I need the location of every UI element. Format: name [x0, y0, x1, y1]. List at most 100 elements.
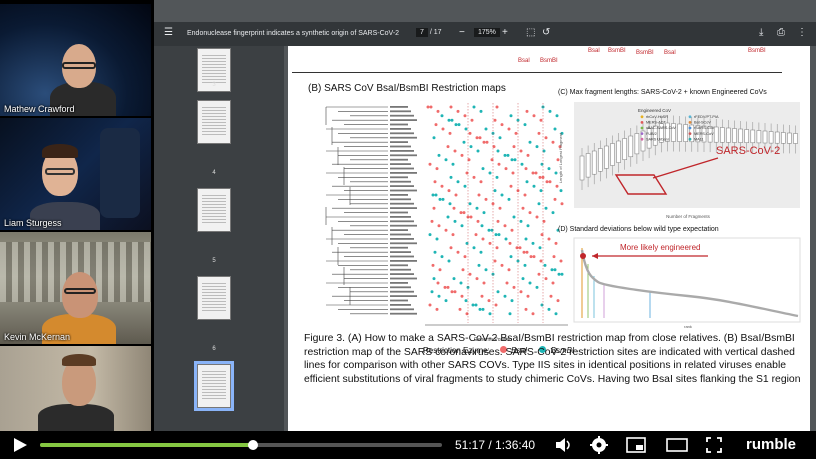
- fit-page-icon[interactable]: ⬚: [526, 27, 535, 38]
- restriction-site-dot: [526, 153, 530, 157]
- virus-label: [390, 211, 408, 214]
- legend-swatch: [640, 115, 644, 119]
- participant-tile-3[interactable]: Kevin McKernan: [0, 232, 151, 344]
- zoom-input[interactable]: 175%: [474, 28, 500, 37]
- restriction-site-dot: [553, 197, 557, 201]
- restriction-site-dot: [452, 206, 456, 210]
- rotate-icon[interactable]: ↺: [542, 27, 550, 38]
- participant-tile-1[interactable]: Mathew Crawford: [0, 4, 151, 116]
- restriction-label: Bsal: [664, 50, 676, 56]
- restriction-site-dot: [487, 299, 491, 303]
- thumbnail-number: 3: [212, 82, 216, 88]
- download-icon[interactable]: ⤓: [759, 27, 763, 38]
- virus-label: [390, 150, 414, 152]
- restriction-site-dot: [447, 118, 451, 122]
- boxplot-box: [598, 148, 603, 172]
- progress-bar[interactable]: [40, 440, 442, 450]
- restriction-site-dot: [471, 303, 475, 307]
- virus-label: [390, 180, 411, 183]
- restriction-site-dot: [547, 167, 551, 171]
- restriction-site-dot: [528, 140, 532, 144]
- restriction-site-dot: [437, 294, 441, 298]
- restriction-site-dot: [454, 193, 458, 197]
- restriction-site-dot: [539, 118, 543, 122]
- volume-icon[interactable]: [555, 437, 573, 453]
- page-thumbnail[interactable]: [197, 276, 231, 320]
- restriction-site-dot: [544, 136, 548, 140]
- restriction-site-dot: [497, 233, 501, 237]
- zoom-in-icon[interactable]: +: [502, 27, 508, 38]
- document-title: Endonuclease fingerprint indicates a syn…: [187, 30, 400, 37]
- restriction-site-dot: [519, 290, 523, 294]
- restriction-site-dot: [503, 153, 507, 157]
- legend-entry: rbCoV-HuSR: [646, 115, 668, 119]
- restriction-site-dot: [498, 206, 502, 210]
- restriction-site-dot: [500, 193, 504, 197]
- restriction-site-dot: [532, 114, 536, 118]
- legend-swatch: [640, 132, 644, 135]
- panel-d-title: (D) Standard deviations below wild type …: [558, 226, 719, 233]
- print-icon[interactable]: ⎙: [777, 27, 785, 38]
- restriction-site-dot: [462, 140, 466, 144]
- menu-icon[interactable]: ☰: [164, 27, 173, 38]
- page-thumbnail[interactable]: [197, 100, 231, 144]
- restriction-site-dot: [443, 285, 447, 289]
- boxplot-box: [628, 135, 634, 158]
- boxplot-box: [774, 131, 780, 144]
- virus-label: [390, 268, 411, 271]
- virus-label: [390, 172, 417, 174]
- fullscreen-icon[interactable]: [706, 437, 722, 453]
- restriction-site-dot: [428, 233, 432, 237]
- restriction-site-dot: [534, 171, 538, 175]
- restriction-site-dot: [548, 109, 552, 113]
- page-number-input[interactable]: 7: [416, 28, 428, 37]
- restriction-site-dot: [509, 184, 513, 188]
- virus-label: [390, 185, 414, 187]
- restriction-site-dot: [521, 277, 525, 281]
- restriction-site-dot: [482, 211, 486, 215]
- restriction-site-dot: [449, 175, 453, 179]
- virus-label: [390, 286, 411, 289]
- restriction-site-dot: [451, 233, 455, 237]
- virus-label: [390, 194, 408, 196]
- picture-in-picture-icon[interactable]: [626, 437, 646, 453]
- play-icon[interactable]: [12, 437, 28, 453]
- virus-labels: [390, 106, 417, 315]
- restriction-site-dot: [488, 171, 492, 175]
- theater-mode-icon[interactable]: [666, 437, 688, 453]
- pdf-viewer[interactable]: ☰ Endonuclease fingerprint indicates a s…: [154, 0, 816, 431]
- settings-gear-icon[interactable]: [590, 436, 608, 454]
- virus-label: [390, 114, 414, 117]
- page-thumbnail[interactable]: [197, 188, 231, 232]
- legend-swatch: [640, 121, 644, 124]
- restriction-site-dot: [461, 268, 465, 272]
- restriction-site-dot: [456, 250, 460, 254]
- virus-label: [390, 220, 414, 223]
- boxplot-box: [762, 130, 768, 144]
- legend-swatch: [688, 115, 692, 119]
- virus-label: [390, 158, 408, 161]
- restriction-site-dot: [434, 193, 438, 197]
- restriction-site-dot: [460, 294, 464, 298]
- boxplot-box: [683, 124, 688, 142]
- restriction-site-dot: [549, 294, 553, 298]
- restriction-site-dot: [431, 263, 435, 267]
- more-options-icon[interactable]: ⋮: [797, 27, 807, 38]
- restriction-site-dot: [508, 312, 512, 316]
- restriction-site-dot: [551, 211, 555, 215]
- virus-label: [390, 255, 414, 258]
- rumble-logo[interactable]: rumble: [746, 436, 796, 453]
- restriction-site-dot: [446, 145, 450, 149]
- restriction-label: BsmBI: [608, 48, 626, 54]
- participant-tile-4[interactable]: [0, 346, 151, 431]
- restriction-site-dot: [481, 307, 485, 311]
- zoom-out-icon[interactable]: −: [459, 27, 465, 38]
- restriction-site-dot: [477, 263, 481, 267]
- virus-label: [390, 141, 408, 143]
- page-thumbnail-selected[interactable]: [194, 361, 234, 411]
- virus-label: [390, 207, 417, 209]
- restriction-site-dot: [504, 167, 508, 171]
- restriction-site-dot: [453, 219, 457, 223]
- participant-tile-2[interactable]: Liam Sturgess: [0, 118, 151, 230]
- progress-knob[interactable]: [248, 440, 259, 450]
